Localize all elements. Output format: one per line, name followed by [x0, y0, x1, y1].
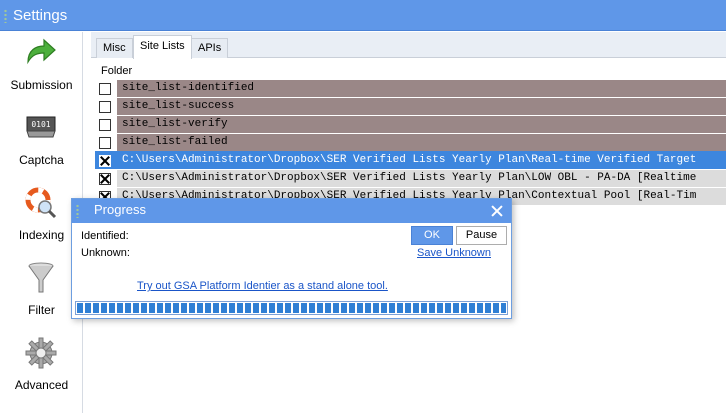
- list-item-selected[interactable]: C:\Users\Administrator\Dropbox\SER Verif…: [95, 151, 726, 169]
- identified-label: Identified:: [81, 230, 129, 242]
- tab-misc[interactable]: Misc: [96, 38, 133, 58]
- folder-path[interactable]: site_list-verify: [117, 116, 726, 133]
- row-checkbox[interactable]: [99, 119, 111, 131]
- platform-identifier-link[interactable]: Try out GSA Platform Identier as a stand…: [137, 280, 388, 292]
- gear-icon: [25, 337, 57, 369]
- list-item[interactable]: C:\Users\Administrator\Dropbox\SER Verif…: [95, 169, 726, 187]
- drag-grip-icon[interactable]: [3, 9, 8, 23]
- unknown-label: Unknown:: [81, 247, 130, 259]
- captcha-icon: 0101: [26, 116, 56, 138]
- save-unknown-link[interactable]: Save Unknown: [417, 247, 491, 259]
- row-checkbox[interactable]: [99, 101, 111, 113]
- progress-dialog-title-bar[interactable]: Progress: [72, 199, 511, 223]
- folder-path[interactable]: site_list-failed: [117, 134, 726, 151]
- ok-button[interactable]: OK: [411, 226, 453, 245]
- green-arrow-icon: [27, 38, 56, 65]
- folder-path[interactable]: C:\Users\Administrator\Dropbox\SER Verif…: [117, 170, 726, 187]
- folder-path[interactable]: C:\Users\Administrator\Dropbox\SER Verif…: [117, 152, 726, 169]
- sidebar-item-captcha[interactable]: 0101 Captcha: [0, 111, 83, 183]
- folder-path[interactable]: site_list-success: [117, 98, 726, 115]
- tab-strip: Misc Site Lists APIs: [91, 32, 726, 59]
- drag-grip-icon[interactable]: [75, 204, 80, 218]
- list-item[interactable]: site_list-verify: [95, 115, 726, 133]
- close-icon[interactable]: [483, 199, 511, 223]
- list-item[interactable]: site_list-identified: [95, 79, 726, 97]
- sidebar-item-label: Submission: [10, 78, 73, 92]
- tab-site-lists[interactable]: Site Lists: [133, 35, 192, 59]
- row-checkbox[interactable]: [99, 137, 111, 149]
- folder-column-header[interactable]: Folder: [101, 65, 132, 77]
- pause-button[interactable]: Pause: [456, 226, 507, 245]
- settings-title-bar[interactable]: Settings: [0, 0, 726, 31]
- lifebuoy-magnifier-icon: [25, 187, 57, 219]
- folder-path[interactable]: site_list-identified: [117, 80, 726, 97]
- window-title: Settings: [13, 7, 68, 24]
- tab-apis[interactable]: APIs: [191, 38, 229, 58]
- row-checkbox[interactable]: [99, 83, 111, 95]
- sidebar-item-submission[interactable]: Submission: [0, 36, 83, 108]
- list-item[interactable]: site_list-success: [95, 97, 726, 115]
- sidebar-item-label: Captcha: [19, 153, 64, 167]
- sidebar-item-advanced[interactable]: Advanced: [0, 336, 83, 408]
- list-item[interactable]: site_list-failed: [95, 133, 726, 151]
- site-list-folders: site_list-identified site_list-success s…: [95, 79, 726, 205]
- sidebar-item-label: Advanced: [14, 378, 69, 392]
- funnel-icon: [28, 262, 54, 293]
- row-checkbox[interactable]: [99, 155, 111, 167]
- progress-bar-fill: [77, 303, 506, 313]
- progress-dialog: Progress Identified: Unknown: OK Pause S…: [71, 198, 512, 319]
- progress-bar: [75, 301, 508, 315]
- dialog-title: Progress: [94, 202, 147, 217]
- row-checkbox[interactable]: [99, 173, 111, 185]
- svg-text:0101: 0101: [31, 120, 50, 129]
